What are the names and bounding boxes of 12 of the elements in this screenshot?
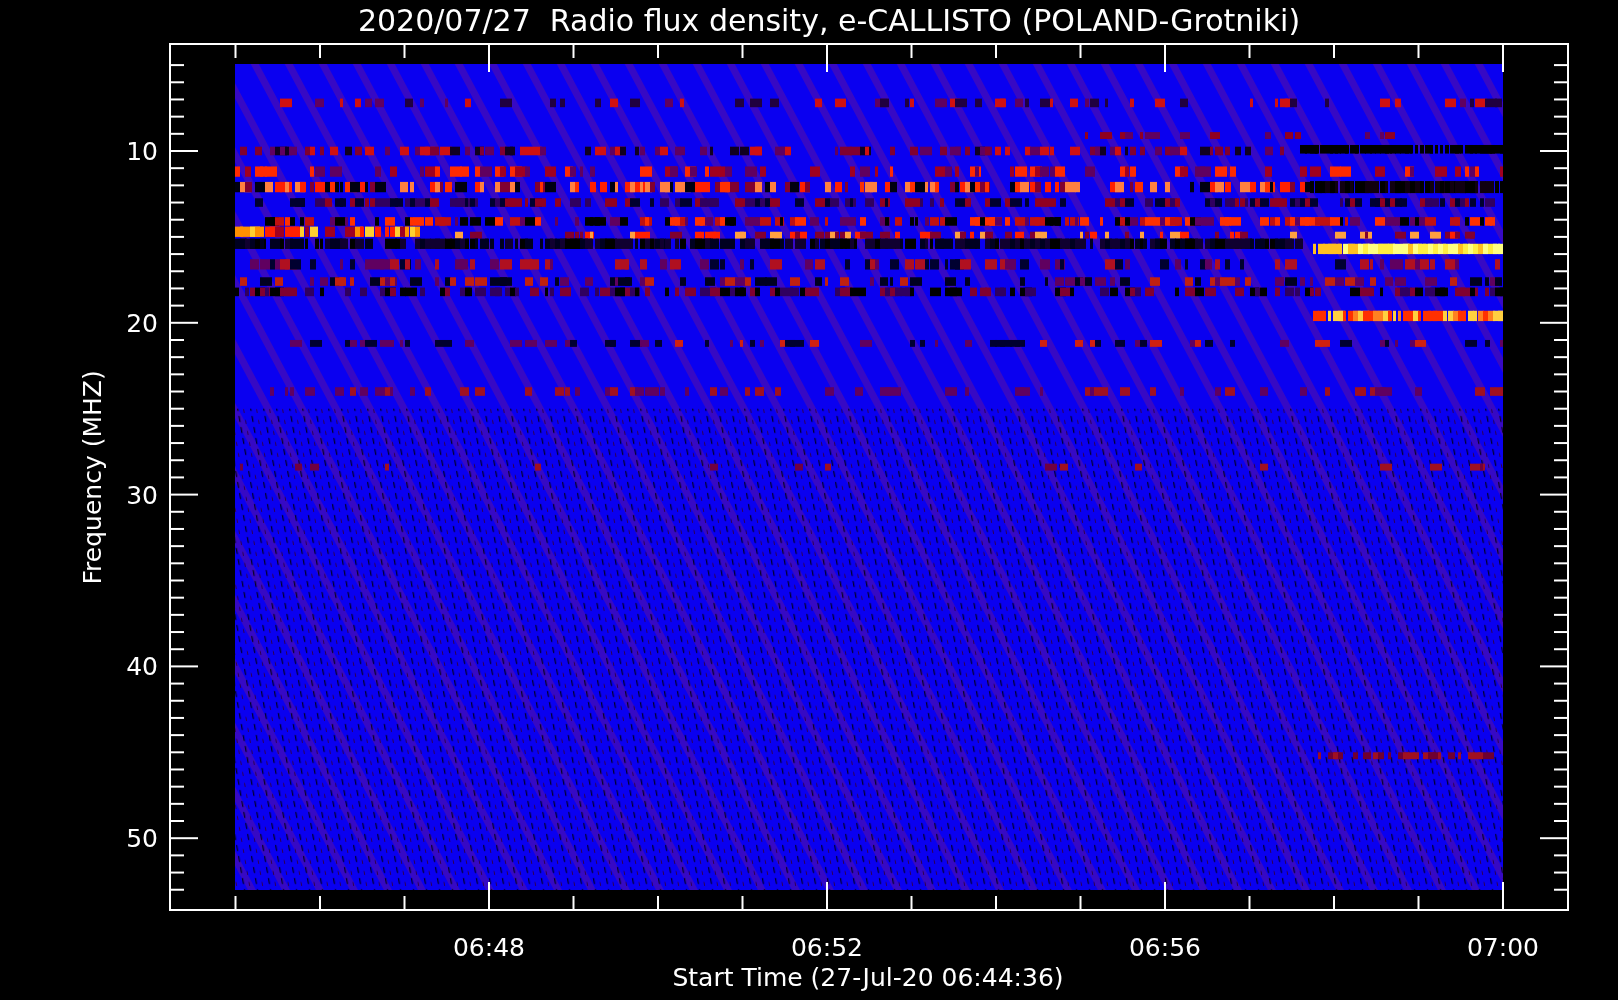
chart-title: 2020/07/27 Radio flux density, e-CALLISTO (POLAND-Grotniki)	[356, 1, 1302, 40]
y-tick-label: 20	[126, 308, 158, 338]
y-axis-label: Frequency (MHZ)	[78, 370, 107, 585]
x-tick-label: 06:48	[453, 933, 525, 962]
y-tick-label: 10	[126, 137, 158, 166]
y-tick-label: 40	[126, 652, 158, 682]
y-tick-label: 30	[126, 480, 158, 510]
x-axis-label: Start Time (27-Jul-20 06:44:36)	[672, 963, 1064, 992]
x-tick-label: 07:00	[1467, 933, 1539, 962]
x-tick-label: 06:52	[791, 933, 863, 962]
x-tick-label: 06:56	[1129, 933, 1201, 962]
y-tick-label: 50	[126, 824, 158, 854]
